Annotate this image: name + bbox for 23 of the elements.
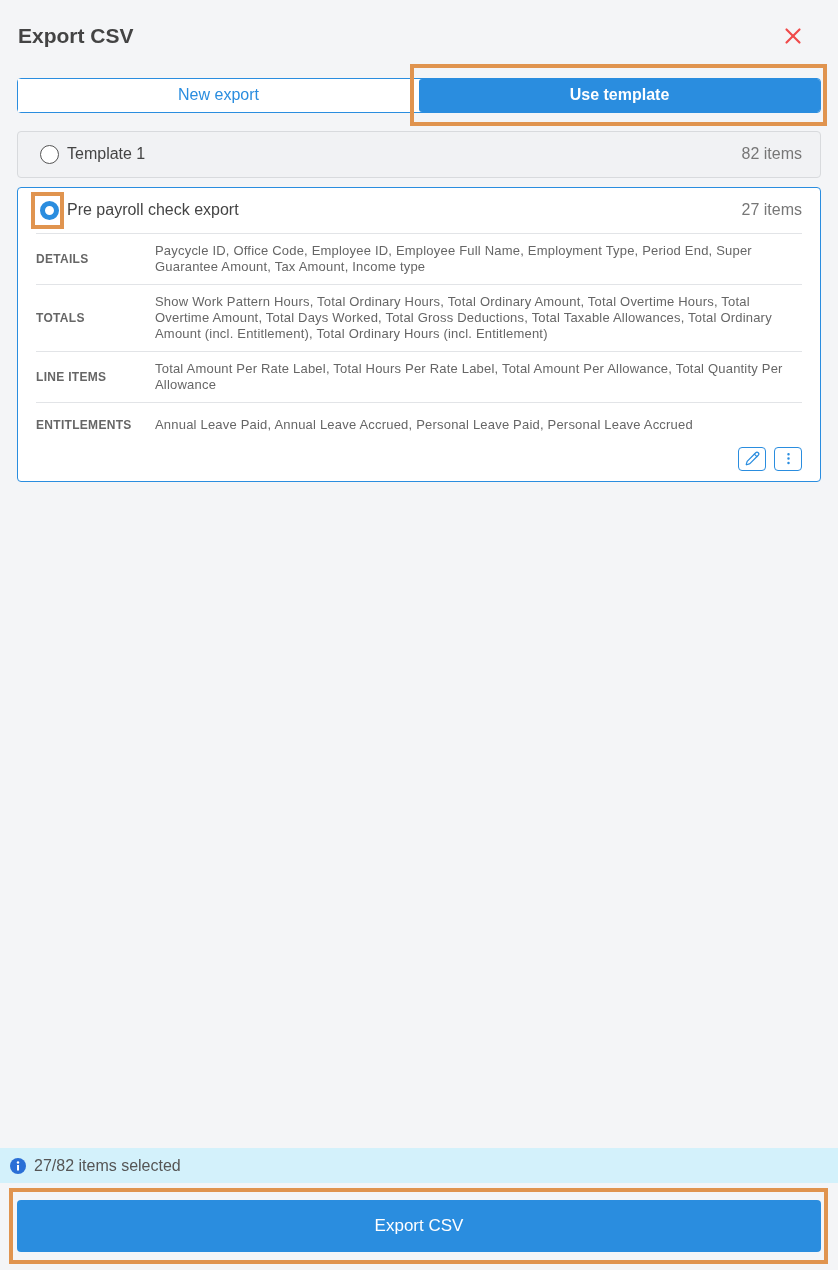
detail-value: Paycycle ID, Office Code, Employee ID, Employee Full Name, Employment Type, Period End, Super Guarantee Amount, Tax Amount, Income type (155, 242, 753, 275)
info-icon (10, 1157, 26, 1174)
tab[interactable]: Use template (419, 78, 820, 112)
template-card[interactable]: Template 1 82 items (17, 130, 821, 178)
export-button[interactable]: Export CSV (17, 1200, 821, 1252)
detail-label: TOTALS (36, 309, 86, 327)
template-card[interactable] (17, 186, 821, 482)
template-name: Template 1 (67, 144, 146, 164)
status-text: 27/82 items selected (34, 1155, 181, 1176)
more-icon[interactable] (774, 446, 802, 471)
detail-value: Show Work Pattern Hours, Total Ordinary Hours, Total Ordinary Amount, Total Overtime Hours, Total Overtime Amount, Total Days Worked, Total Gross Deductions, Total Taxable Allowances, Total Ordinary Amount (incl. Entitlement), Total Ordinary Hours (incl. Entitlement) (155, 293, 773, 342)
detail-value: Total Amount Per Rate Label, Total Hours Per Rate Label, Total Amount Per Allowance, Total Quantity Per Allowance (155, 360, 784, 393)
template-name: Pre payroll check export (67, 200, 239, 220)
radio-button[interactable] (40, 200, 59, 220)
radio-button[interactable] (40, 144, 59, 164)
detail-label: LINE ITEMS (36, 368, 108, 386)
detail-value: Annual Leave Paid, Annual Leave Accrued, Personal Leave Paid, Personal Leave Accrued (155, 416, 693, 433)
item-count: 27 items (741, 200, 802, 220)
detail-label: DETAILS (36, 250, 90, 268)
edit-icon[interactable] (738, 446, 766, 471)
dialog-title: Export CSV (18, 23, 134, 49)
detail-label: ENTITLEMENTS (36, 416, 133, 434)
item-count: 82 items (741, 144, 802, 164)
